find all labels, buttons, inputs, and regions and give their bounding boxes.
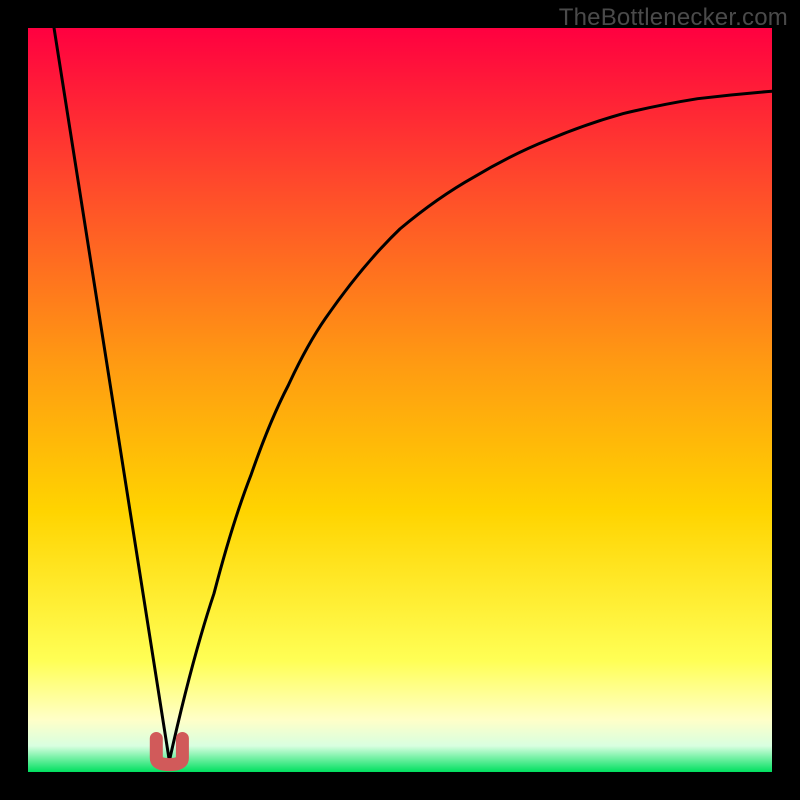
bottleneck-chart [28, 28, 772, 772]
chart-frame: TheBottlenecker.com [0, 0, 800, 800]
gradient-background [28, 28, 772, 772]
watermark-text: TheBottlenecker.com [559, 4, 788, 32]
